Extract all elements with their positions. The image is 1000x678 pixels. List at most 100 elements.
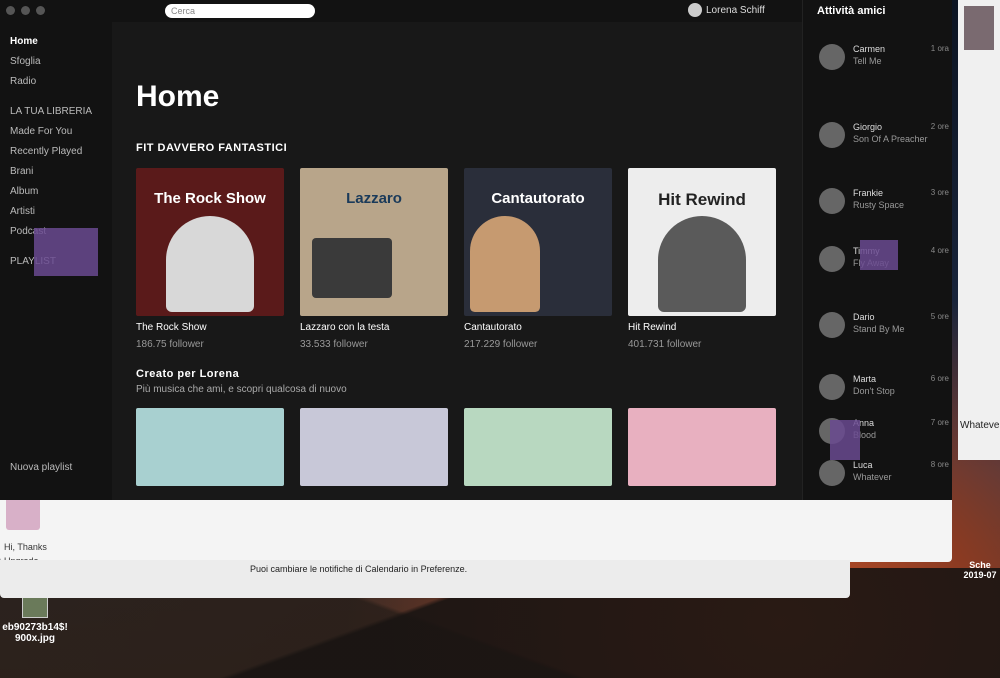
new-playlist-button[interactable]: Nuova playlist [10,462,72,473]
playlist-followers: 33.533 follower [300,339,368,350]
friend-avatar [819,122,845,148]
friend-track[interactable]: Son Of A Preacher [853,134,928,144]
right-window: Whatever [958,0,1000,460]
playlist-cover: The Rock Show [136,168,284,316]
music-app-window: Cerca Lorena Schiff Home Sfoglia Radio L… [0,0,952,500]
friend-name[interactable]: Frankie [853,188,883,198]
section-title[interactable]: FIT DAVVERO FANTASTICI [136,142,287,154]
sidebar-item-songs[interactable]: Brani [10,166,33,177]
friend-item[interactable]: Frankie 3 ore Rusty Space [813,186,952,226]
friend-track[interactable]: Tell Me [853,56,882,66]
friend-avatar [819,44,845,70]
notification-bar: Puoi cambiare le notifiche di Calendario… [0,560,850,598]
mix-card[interactable] [464,408,612,486]
chat-window: Hi, Thanks Upgrade [0,490,952,566]
cover-title: The Rock Show [154,190,266,207]
desktop-file[interactable]: eb90273b14$! 900x.jpg [0,596,70,644]
mix-card[interactable] [136,408,284,486]
friend-time: 5 ore [930,312,949,321]
friend-avatar [819,312,845,338]
mix-cover [464,408,612,486]
sidebar-item-made-for-you[interactable]: Made For You [10,126,72,137]
mix-card[interactable] [628,408,776,486]
chat-preview[interactable]: Hi, Thanks [4,542,47,552]
render-artifact [860,240,898,270]
playlist-name[interactable]: Lazzaro con la testa [300,322,448,333]
playlist-card[interactable]: Hit Rewind Hit Rewind 401.731 follower [628,168,776,350]
playlist-card[interactable]: Cantautorato Cantautorato 217.229 follow… [464,168,612,350]
friend-activity-header: Attività amici [817,5,886,17]
friend-avatar [819,246,845,272]
user-name: Lorena Schiff [706,4,765,16]
cover-laptop-image [312,238,392,298]
right-window-thumbnail [964,6,994,50]
window-controls [6,6,45,15]
playlist-followers: 186.75 follower [136,339,204,350]
friend-item[interactable]: Dario 5 ore Stand By Me [813,310,952,350]
friend-track[interactable]: Stand By Me [853,324,905,334]
friend-avatar [819,188,845,214]
sidebar-item-recently-played[interactable]: Recently Played [10,146,82,157]
sidebar-item-albums[interactable]: Album [10,186,38,197]
desktop-file-name: eb90273b14$! 900x.jpg [2,622,68,644]
desktop-screenshot-file[interactable]: Sche 2019-07 [960,560,1000,580]
minimize-window-button[interactable] [21,6,30,15]
search-input[interactable]: Cerca [165,4,315,18]
friend-item[interactable]: Luca 8 ore Whatever [813,458,952,498]
playlist-card[interactable]: The Rock Show The Rock Show 186.75 follo… [136,168,284,350]
section-title-made-for-user[interactable]: Creato per Lorena [136,368,239,380]
playlist-cover: Hit Rewind [628,168,776,316]
friend-time: 3 ore [930,188,949,197]
sidebar-section-library: LA TUA LIBRERIA [10,106,93,117]
playlist-followers: 401.731 follower [628,339,702,350]
playlist-name[interactable]: Hit Rewind [628,322,776,333]
close-window-button[interactable] [6,6,15,15]
playlist-card[interactable]: Lazzaro Lazzaro con la testa 33.533 foll… [300,168,448,350]
render-artifact [34,228,98,276]
section-subtitle: Più musica che ami, e scopri qualcosa di… [136,384,347,395]
friend-name[interactable]: Giorgio [853,122,882,132]
friend-item[interactable]: Carmen 1 ora Tell Me [813,42,952,82]
playlist-cover: Cantautorato [464,168,612,316]
friend-avatar [819,460,845,486]
sidebar-item-radio[interactable]: Radio [10,76,36,87]
playlist-name[interactable]: The Rock Show [136,322,284,333]
friend-time: 8 ore [930,460,949,469]
maximize-window-button[interactable] [36,6,45,15]
mix-cover [136,408,284,486]
friend-track[interactable]: Whatever [853,472,892,482]
user-avatar [688,3,702,17]
friend-time: 6 ore [930,374,949,383]
friend-item[interactable]: Giorgio 2 ore Son Of A Preacher [813,120,952,160]
friend-name[interactable]: Carmen [853,44,885,54]
friend-track[interactable]: Don't Stop [853,386,895,396]
chat-avatar[interactable] [6,496,40,530]
friend-time: 4 ore [930,246,949,255]
friend-name[interactable]: Luca [853,460,873,470]
friend-name[interactable]: Marta [853,374,876,384]
notification-text: Puoi cambiare le notifiche di Calendario… [250,564,468,574]
friend-name[interactable]: Dario [853,312,875,322]
friend-time: 2 ore [930,122,949,131]
mix-cover [628,408,776,486]
playlist-name[interactable]: Cantautorato [464,322,612,333]
sidebar-item-browse[interactable]: Sfoglia [10,56,41,67]
friend-track[interactable]: Rusty Space [853,200,904,210]
cover-artist-image [166,216,254,312]
main-content: Home FIT DAVVERO FANTASTICI The Rock Sho… [112,22,802,500]
friend-item[interactable]: Marta 6 ore Don't Stop [813,372,952,412]
page-title: Home [136,80,220,113]
cover-title: Lazzaro [346,190,402,207]
playlist-cover: Lazzaro [300,168,448,316]
image-file-icon [22,596,48,618]
cover-artist-image [470,216,540,312]
right-window-label: Whatever [960,420,1000,431]
friend-avatar [819,374,845,400]
user-menu[interactable]: Lorena Schiff [688,3,765,17]
mix-cover [300,408,448,486]
sidebar-item-artists[interactable]: Artisti [10,206,35,217]
cover-artist-image [658,216,746,312]
mix-card[interactable] [300,408,448,486]
sidebar-item-home[interactable]: Home [10,36,38,47]
cover-title: Cantautorato [491,190,585,207]
